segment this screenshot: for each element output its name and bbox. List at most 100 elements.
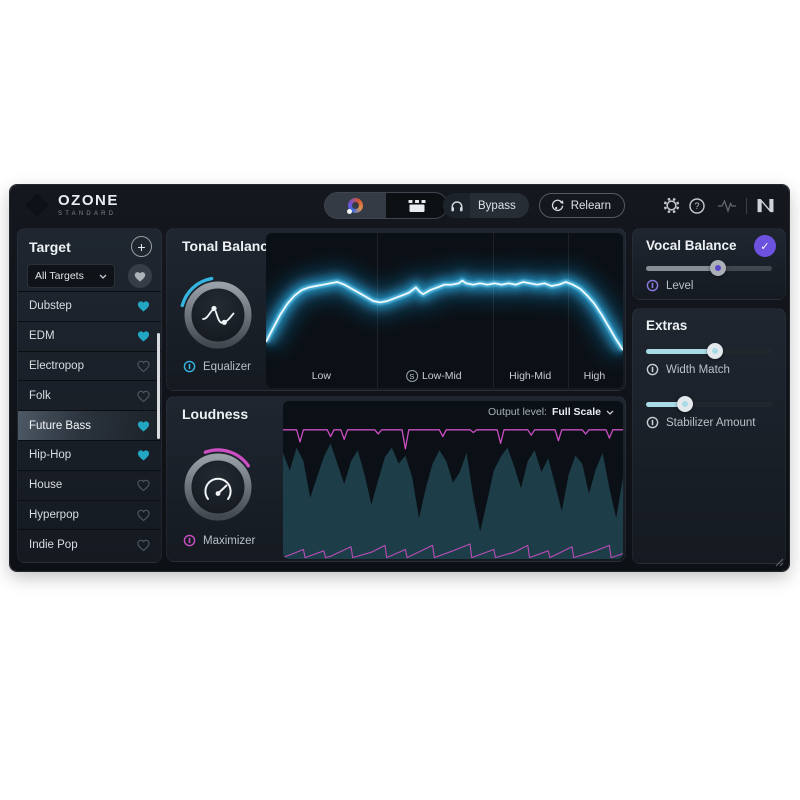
vocal-level-label: Level xyxy=(666,280,694,292)
vocal-level-power-toggle[interactable] xyxy=(646,279,659,292)
loudness-title: Loudness xyxy=(182,406,248,422)
band-name: Low xyxy=(312,370,331,382)
band-name: High xyxy=(584,370,606,382)
slider-fill xyxy=(646,349,715,354)
vocal-balance-enabled-check[interactable]: ✓ xyxy=(754,235,776,257)
heart-outline-icon[interactable] xyxy=(136,389,151,403)
heart-icon xyxy=(133,270,147,283)
headphones-icon xyxy=(443,193,470,218)
loudness-graph[interactable]: Output level: Full Scale xyxy=(283,401,623,559)
ozone-logo: OZONE STANDARD xyxy=(24,192,119,218)
vocal-balance-panel: Vocal Balance ✓ Level xyxy=(632,228,786,300)
add-target-button[interactable]: + xyxy=(131,236,152,257)
genre-label: House xyxy=(29,479,62,491)
topbar: OZONE STANDARD xyxy=(10,185,789,225)
tonal-balance-panel: Tonal Balance xyxy=(166,228,626,391)
vocal-level-slider[interactable] xyxy=(646,260,772,276)
solo-badge[interactable]: S xyxy=(406,370,418,382)
band-divider xyxy=(493,233,494,388)
chevron-down-icon xyxy=(606,410,614,415)
ni-logo xyxy=(756,198,775,213)
maximizer-knob[interactable] xyxy=(178,447,258,532)
heart-outline-icon[interactable] xyxy=(136,508,151,522)
favorites-filter-button[interactable] xyxy=(128,264,152,288)
maximizer-power-toggle[interactable] xyxy=(183,534,196,547)
target-list-item[interactable]: EDM xyxy=(18,321,161,351)
target-title: Target xyxy=(29,239,71,255)
svg-text:?: ? xyxy=(694,201,699,211)
target-genre-list: Dubstep EDM Electropop Folk Future Bass Hip-H… xyxy=(18,291,161,562)
genre-label: Hip-Hop xyxy=(29,449,71,461)
view-toggle xyxy=(325,193,447,218)
band-label[interactable]: High-Mid xyxy=(509,370,551,382)
heart-outline-icon[interactable] xyxy=(136,359,151,373)
extras-panel: Extras Width Match xyxy=(632,308,786,564)
target-panel: Target + All Targets Dubstep EDM Electropo… xyxy=(17,228,162,563)
target-filter-value: All Targets xyxy=(35,270,84,282)
relearn-button[interactable]: Relearn xyxy=(539,193,625,218)
vocal-balance-title: Vocal Balance xyxy=(646,238,737,253)
heart-filled-icon[interactable] xyxy=(136,419,151,433)
slider-thumb[interactable] xyxy=(677,396,693,412)
band-label[interactable]: High xyxy=(584,370,606,382)
window-resize-grip[interactable] xyxy=(774,557,784,567)
heart-outline-icon[interactable] xyxy=(136,538,151,552)
heart-filled-icon[interactable] xyxy=(136,299,151,313)
output-level-dropdown[interactable]: Output level: Full Scale xyxy=(488,406,614,418)
topbar-actions: Bypass Relearn xyxy=(443,193,775,218)
genre-label: Folk xyxy=(29,390,51,402)
target-list-item[interactable]: Hip-Hop xyxy=(18,440,161,470)
equalizer-power-toggle[interactable] xyxy=(183,360,196,373)
slider-thumb[interactable] xyxy=(710,260,726,276)
page: OZONE STANDARD xyxy=(0,0,800,800)
topbar-divider xyxy=(746,198,747,214)
bypass-button[interactable]: Bypass xyxy=(443,193,529,218)
tonal-balance-title: Tonal Balance xyxy=(182,238,276,254)
width-match-power-toggle[interactable] xyxy=(646,363,659,376)
detailed-view-tab[interactable] xyxy=(386,193,447,218)
genre-label: EDM xyxy=(29,330,55,342)
loudness-history-display xyxy=(283,423,623,559)
genre-label: Indie Pop xyxy=(29,539,78,551)
refresh-icon xyxy=(550,198,565,213)
band-label[interactable]: Low xyxy=(312,370,331,382)
target-list-item[interactable]: Future Bass xyxy=(18,410,161,440)
assistant-view-icon xyxy=(348,198,363,213)
brand-name: OZONE xyxy=(58,193,119,208)
help-icon[interactable]: ? xyxy=(689,198,705,214)
signal-wave-icon[interactable] xyxy=(717,198,737,213)
heart-filled-icon[interactable] xyxy=(136,329,151,343)
tonal-balance-graph[interactable]: Low S Low-Mid High-Mid High xyxy=(266,233,623,388)
genre-label: Hyperpop xyxy=(29,509,79,521)
settings-gear-icon[interactable] xyxy=(663,197,680,214)
target-list-item[interactable]: Hyperpop xyxy=(18,500,161,530)
stabilizer-power-toggle[interactable] xyxy=(646,416,659,429)
band-name: Low-Mid xyxy=(422,370,462,382)
band-label[interactable]: S Low-Mid xyxy=(406,370,462,382)
equalizer-knob[interactable] xyxy=(178,275,258,360)
target-list-item[interactable]: Electropop xyxy=(18,351,161,381)
genre-label: Electropop xyxy=(29,360,84,372)
target-filter-dropdown[interactable]: All Targets xyxy=(27,264,115,288)
assistant-view-tab[interactable] xyxy=(325,193,386,218)
output-level-value: Full Scale xyxy=(552,406,601,418)
band-name: High-Mid xyxy=(509,370,551,382)
target-list-item[interactable]: House xyxy=(18,470,161,500)
band-divider xyxy=(568,233,569,388)
loudness-panel: Loudness xyxy=(166,396,626,562)
target-list-scrollbar[interactable] xyxy=(157,333,160,439)
width-match-slider[interactable] xyxy=(646,343,772,359)
ozone-swirl-icon xyxy=(24,192,50,218)
heart-filled-icon[interactable] xyxy=(136,448,151,462)
target-list-item[interactable]: Indie Pop xyxy=(18,529,161,559)
target-list-item[interactable]: Dubstep xyxy=(18,291,161,321)
slider-thumb[interactable] xyxy=(707,343,723,359)
slider-fill xyxy=(646,266,718,271)
ozone-plugin-window: OZONE STANDARD xyxy=(10,185,789,571)
extras-title: Extras xyxy=(646,318,687,333)
stabilizer-label: Stabilizer Amount xyxy=(666,417,756,429)
heart-outline-icon[interactable] xyxy=(136,478,151,492)
stabilizer-amount-slider[interactable] xyxy=(646,396,772,412)
target-list-item[interactable]: Folk xyxy=(18,380,161,410)
relearn-label: Relearn xyxy=(571,200,611,212)
